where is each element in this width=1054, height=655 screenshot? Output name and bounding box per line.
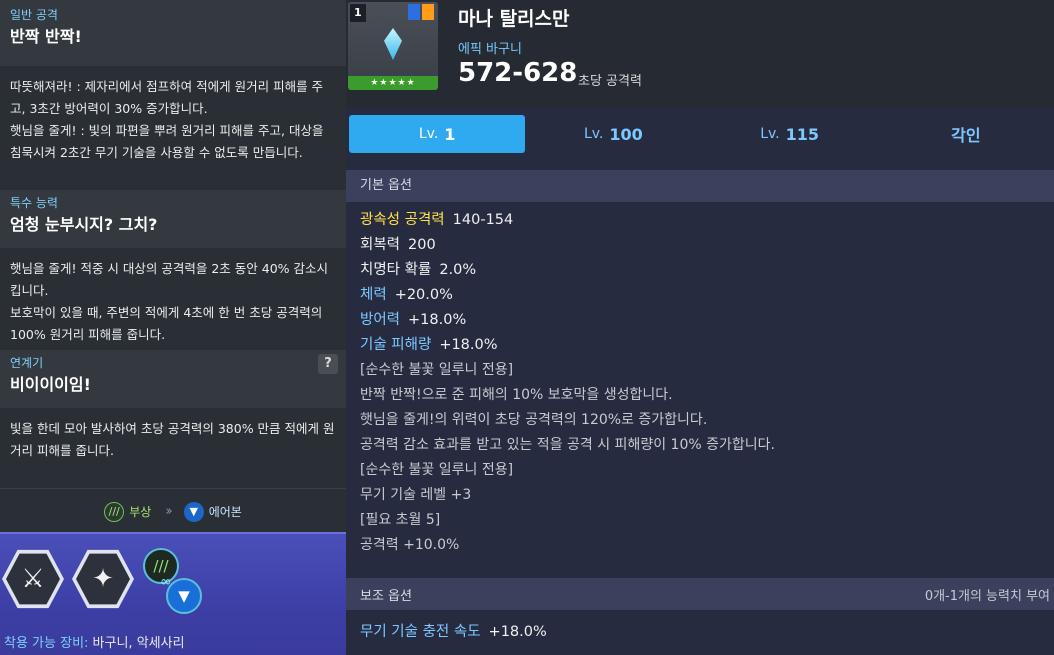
- option-key: 광속성 공격력: [360, 212, 445, 228]
- sparkle-icon: ✦: [76, 553, 130, 605]
- description-line: 햇님을 줄게! : 빛의 파편을 뿌려 원거리 피해를 주고, 대상을 침묵시켜…: [10, 123, 324, 160]
- item-grade: 에픽 바구니: [458, 42, 522, 57]
- option-note: 무기 기술 레벨 +3: [360, 487, 472, 503]
- special-ability-section: 특수 능력 엄청 눈부시지? 그치? 햇님을 줄게! 적중 시 대상의 공격력을…: [0, 190, 346, 350]
- star-rating: ★★★★★: [348, 76, 438, 90]
- option-row: 치명타 확률 2.0%: [360, 258, 1050, 283]
- chain-condition: /// 부상 ›› ▼ 에어본: [0, 488, 346, 534]
- injury-badge: /// 부상: [104, 501, 152, 522]
- option-value: +18.0%: [488, 624, 547, 640]
- chain-to-label: 에어본: [208, 505, 242, 519]
- option-note: [순수한 불꽃 일루니 전용]: [360, 462, 514, 478]
- description-line: 따뜻해져라! : 제자리에서 점프하여 적에게 원거리 피해를 주고, 3초간 …: [10, 79, 324, 116]
- tab-label: 100: [609, 124, 643, 144]
- sword-icon: ⚔: [6, 553, 60, 605]
- normal-attack-section: 일반 공격 반짝 반짝! 따뜻해져라! : 제자리에서 점프하여 적에게 원거리…: [0, 0, 346, 190]
- option-note: 햇님을 줄게!의 위력이 초당 공격력의 120%로 증가합니다.: [360, 412, 708, 428]
- ability-bar: ⚔ ✦ /// ∞ ▼ 착용 가능 장비: 바구니, 악세사리: [0, 532, 346, 655]
- tab-label: 1: [444, 124, 456, 144]
- option-value: +20.0%: [394, 287, 453, 303]
- sword-skill-slot[interactable]: ⚔: [2, 549, 64, 609]
- item-name: 마나 탈리스만: [458, 8, 570, 30]
- option-row: 방어력 +18.0%: [360, 308, 1050, 333]
- equippable-label: 착용 가능 장비:: [4, 636, 89, 651]
- option-key: 치명타 확률: [360, 262, 432, 278]
- tab-label: 115: [785, 124, 820, 144]
- section-description: 따뜻해져라! : 제자리에서 점프하여 적에게 원거리 피해를 주고, 3초간 …: [0, 66, 346, 190]
- tab-prefix: Lv.: [760, 126, 780, 142]
- option-key: 기술 피해량: [360, 337, 432, 353]
- option-note: [순수한 불꽃 일루니 전용]: [360, 362, 514, 378]
- airborne-chain-icon[interactable]: ▼: [166, 578, 202, 614]
- crystal-icon: [384, 28, 402, 60]
- section-title: 반짝 반짝!: [10, 27, 82, 46]
- option-note: 공격력 +10.0%: [360, 537, 460, 553]
- airborne-icon: ▼: [183, 501, 204, 522]
- section-category: 연계기: [10, 356, 44, 370]
- airborne-badge: ▼ 에어본: [183, 501, 242, 522]
- option-value: +18.0%: [408, 312, 467, 328]
- option-row: 광속성 공격력 140-154: [360, 208, 1050, 233]
- injury-icon: ///: [104, 501, 125, 522]
- option-row: 체력 +20.0%: [360, 283, 1050, 308]
- sub-options-title: 보조 옵션: [360, 588, 412, 604]
- description-line: 햇님을 줄게! 적중 시 대상의 공격력을 2초 동안 40% 감소시킵니다.: [10, 261, 329, 298]
- description-line: 빛을 한데 모아 발사하여 초당 공격력의 380% 만큼 적에게 원거리 피해…: [10, 421, 335, 458]
- option-key: 회복력: [360, 237, 401, 253]
- option-note: 공격력 감소 효과를 받고 있는 적을 공격 시 피해량이 10% 증가합니다.: [360, 437, 775, 453]
- option-value: +18.0%: [439, 337, 498, 353]
- level-tabs: Lv. 1 Lv. 100 Lv. 115 각인: [346, 108, 1054, 160]
- option-note: 반짝 반짝!으로 준 피해의 10% 보호막을 생성합니다.: [360, 387, 673, 403]
- sub-options-note: 0개-1개의 능력치 부여: [924, 588, 1050, 604]
- section-description: 햇님을 줄게! 적중 시 대상의 공격력을 2초 동안 40% 감소시킵니다. …: [0, 248, 346, 350]
- sub-options-list: 무기 기술 충전 속도 +18.0%: [360, 620, 547, 645]
- option-row: 무기 기술 충전 속도 +18.0%: [360, 620, 547, 645]
- item-attack-value: 572-628: [458, 58, 578, 88]
- option-row: 기술 피해량 +18.0%: [360, 333, 1050, 358]
- sub-options-header: 보조 옵션 0개-1개의 능력치 부여: [346, 578, 1054, 610]
- basic-options-list: 광속성 공격력 140-154 회복력 200 치명타 확률 2.0% 체력 +20.0…: [360, 208, 1050, 558]
- tab-prefix: Lv.: [583, 126, 604, 142]
- item-count: 1: [350, 4, 366, 22]
- blue-flag-icon: [408, 4, 420, 20]
- section-category: 특수 능력: [10, 196, 58, 210]
- section-category: 일반 공격: [10, 8, 58, 22]
- help-button[interactable]: ?: [318, 354, 338, 374]
- chain-from-label: 부상: [129, 505, 152, 519]
- equippable-gear: 착용 가능 장비: 바구니, 악세사리: [4, 632, 185, 651]
- item-thumbnail: 1 ★★★★★: [348, 2, 438, 90]
- tab-lv-115[interactable]: Lv. 115: [702, 115, 878, 153]
- skill-panel: 일반 공격 반짝 반짝! 따뜻해져라! : 제자리에서 점프하여 적에게 원거리…: [0, 0, 346, 655]
- option-row: 회복력 200: [360, 233, 1050, 258]
- orange-flag-icon: [422, 4, 434, 20]
- option-key: 무기 기술 충전 속도: [360, 624, 481, 640]
- basic-options-header: 기본 옵션: [346, 170, 1054, 202]
- item-header: 1 ★★★★★ 마나 탈리스만 에픽 바구니 572-628 초당 공격력: [346, 0, 1054, 108]
- tab-prefix: Lv.: [418, 126, 439, 142]
- equippable-value: 바구니, 악세사리: [92, 636, 185, 651]
- option-key: 방어력: [360, 312, 401, 328]
- sparkle-skill-slot[interactable]: ✦: [72, 549, 134, 609]
- section-title: 엄청 눈부시지? 그치?: [10, 215, 158, 234]
- option-value: 2.0%: [439, 262, 477, 278]
- item-attack-label: 초당 공격력: [578, 74, 642, 89]
- tab-label: 각인: [951, 126, 981, 145]
- option-value: 200: [408, 237, 436, 253]
- option-key: 체력: [360, 287, 387, 303]
- section-title: 비이이이임!: [10, 375, 91, 394]
- item-detail-panel: 1 ★★★★★ 마나 탈리스만 에픽 바구니 572-628 초당 공격력 Lv…: [346, 0, 1054, 655]
- tab-lv-100[interactable]: Lv. 100: [525, 115, 701, 153]
- tab-engrave[interactable]: 각인: [878, 115, 1054, 153]
- tab-lv-1[interactable]: Lv. 1: [349, 115, 526, 153]
- option-note: [필요 초월 5]: [360, 512, 441, 528]
- description-line: 보호막이 있을 때, 주변의 적에게 4초에 한 번 초당 공격력의 100% …: [10, 305, 323, 342]
- double-chevron-icon: ››: [165, 504, 173, 519]
- chain-skill-section: 연계기 비이이이임! ? 빛을 한데 모아 발사하여 초당 공격력의 380% …: [0, 350, 346, 478]
- option-value: 140-154: [452, 212, 514, 228]
- section-description: 빛을 한데 모아 발사하여 초당 공격력의 380% 만큼 적에게 원거리 피해…: [0, 408, 346, 478]
- item-flags: [408, 4, 434, 20]
